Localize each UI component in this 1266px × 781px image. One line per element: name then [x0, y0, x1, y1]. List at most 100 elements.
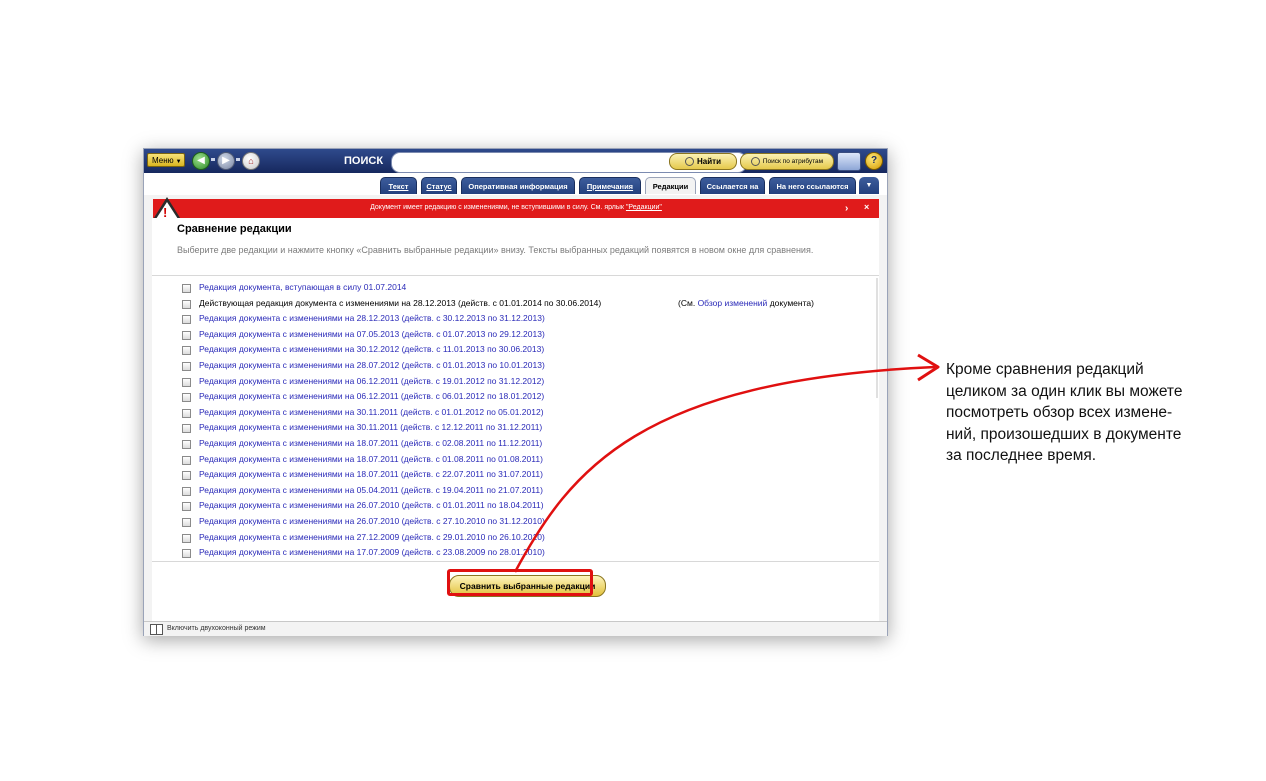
revision-checkbox[interactable]: [182, 486, 191, 496]
search-icon: [685, 157, 694, 167]
revision-checkbox[interactable]: [182, 424, 191, 434]
revision-checkbox[interactable]: [182, 502, 191, 512]
revision-row: Редакция документа с изменениями на 06.1…: [182, 389, 872, 405]
revision-checkbox[interactable]: [182, 299, 191, 309]
revision-link[interactable]: Редакция документа с изменениями на 26.0…: [199, 514, 545, 530]
note-prefix: (См.: [678, 297, 696, 308]
revision-row: Редакция документа с изменениями на 18.0…: [182, 436, 872, 452]
help-icon[interactable]: ?: [865, 152, 883, 170]
revision-link[interactable]: Редакция документа с изменениями на 17.0…: [199, 545, 545, 561]
tab-referenced-by[interactable]: На него ссылаются: [769, 177, 856, 194]
revision-row: Действующая редакция документа с изменен…: [182, 296, 872, 312]
revision-checkbox[interactable]: [182, 315, 191, 325]
revision-link[interactable]: Редакция документа с изменениями на 06.1…: [199, 389, 544, 405]
revision-row: Редакция документа с изменениями на 07.0…: [182, 327, 872, 343]
revision-link[interactable]: Редакция документа с изменениями на 06.1…: [199, 374, 544, 390]
revision-link[interactable]: Редакция документа с изменениями на 18.0…: [199, 452, 543, 468]
tab-notes[interactable]: Примечания: [579, 177, 641, 194]
revision-row: Редакция документа с изменениями на 26.0…: [182, 498, 872, 514]
two-window-icon[interactable]: [150, 624, 163, 635]
toolbar: Меню ▼ ◀ ▶ ⌂ ПОИСК Найти Поиск по атрибут…: [144, 149, 887, 173]
main-content: Сравнение редакции Выберите две редакции…: [152, 218, 879, 621]
compare-revisions-button[interactable]: Сравнить выбранные редакции: [449, 575, 606, 597]
status-bar: Включить двухоконный режим: [144, 621, 887, 636]
revision-link[interactable]: Редакция документа с изменениями на 18.0…: [199, 467, 543, 483]
revision-checkbox[interactable]: [182, 533, 191, 543]
tab-label: Примечания: [586, 182, 634, 191]
close-icon[interactable]: ×: [864, 202, 869, 212]
note-suffix: документа): [769, 297, 814, 308]
two-window-label[interactable]: Включить двухоконный режим: [167, 625, 266, 632]
forward-arrow-icon[interactable]: ▶: [217, 152, 235, 170]
revision-link[interactable]: Редакция документа с изменениями на 30.1…: [199, 342, 544, 358]
revision-link[interactable]: Редакция документа с изменениями на 18.0…: [199, 436, 542, 452]
warning-link[interactable]: "Редакции": [626, 204, 662, 211]
tab-status[interactable]: Статус: [421, 177, 457, 194]
revision-link[interactable]: Редакция документа с изменениями на 30.1…: [199, 420, 542, 436]
revision-row: Редакция документа с изменениями на 28.0…: [182, 358, 872, 374]
revision-row: Редакция документа с изменениями на 18.0…: [182, 467, 872, 483]
revision-checkbox[interactable]: [182, 284, 191, 293]
tab-revisions[interactable]: Редакции: [645, 177, 696, 194]
changes-overview-link[interactable]: Обзор изменений: [698, 298, 768, 308]
divider: [152, 561, 879, 562]
back-dropdown-icon[interactable]: [211, 158, 215, 161]
revision-checkbox[interactable]: [182, 393, 191, 403]
revision-row: Редакция документа с изменениями на 30.1…: [182, 342, 872, 358]
page-subtitle: Выберите две редакции и нажмите кнопку «…: [177, 245, 814, 255]
revision-row: Редакция документа с изменениями на 30.1…: [182, 405, 872, 421]
revision-link[interactable]: Редакция документа с изменениями на 28.0…: [199, 358, 545, 374]
revision-link[interactable]: Редакция документа с изменениями на 07.0…: [199, 327, 545, 343]
revision-row: Редакция документа с изменениями на 28.1…: [182, 311, 872, 327]
home-icon[interactable]: ⌂: [242, 152, 260, 170]
annotation-line: за последнее время.: [946, 447, 1097, 464]
revision-link[interactable]: Редакция документа с изменениями на 05.0…: [199, 483, 543, 499]
tab-label: Оперативная информация: [468, 182, 568, 191]
revision-link[interactable]: Редакция документа с изменениями на 28.1…: [199, 311, 545, 327]
revision-checkbox[interactable]: [182, 330, 191, 340]
search-label: ПОИСК: [344, 155, 384, 167]
tab-operative-info[interactable]: Оперативная информация: [461, 177, 575, 194]
filter-icon[interactable]: [837, 152, 861, 171]
menu-button[interactable]: Меню ▼: [147, 153, 185, 167]
revision-link[interactable]: Редакция документа с изменениями на 27.1…: [199, 530, 545, 546]
revision-link[interactable]: Редакция документа с изменениями на 26.0…: [199, 498, 544, 514]
changes-overview-note: (См. Обзор изменений документа): [678, 296, 814, 312]
next-arrow-icon[interactable]: ›: [845, 203, 848, 214]
revision-checkbox[interactable]: [182, 408, 191, 418]
scrollbar[interactable]: [876, 278, 878, 398]
revision-row: Редакция документа с изменениями на 18.0…: [182, 452, 872, 468]
revision-link[interactable]: Редакция документа, вступающая в силу 01…: [199, 280, 406, 296]
revision-checkbox[interactable]: [182, 439, 191, 449]
revision-checkbox[interactable]: [182, 377, 191, 387]
revision-checkbox[interactable]: [182, 455, 191, 465]
annotation-callout: Кроме сравнения редакций целиком за один…: [946, 359, 1246, 467]
tab-refers-to[interactable]: Ссылается на: [700, 177, 765, 194]
tab-more-button[interactable]: ▼: [859, 177, 879, 194]
search-icon: [750, 156, 760, 166]
revision-label: Действующая редакция документа с изменен…: [199, 297, 602, 308]
revision-row: Редакция документа, вступающая в силу 01…: [182, 280, 872, 296]
revision-row: Редакция документа с изменениями на 17.0…: [182, 545, 872, 561]
revision-row: Редакция документа с изменениями на 05.0…: [182, 483, 872, 499]
revision-checkbox[interactable]: [182, 471, 191, 481]
tab-text[interactable]: Текст: [380, 177, 417, 194]
revision-checkbox[interactable]: [182, 549, 191, 559]
revision-link[interactable]: Редакция документа с изменениями на 30.1…: [199, 405, 544, 421]
arrow-head-icon: [917, 353, 940, 382]
revision-checkbox[interactable]: [182, 361, 191, 371]
annotation-line: целиком за один клик вы можете: [946, 382, 1183, 400]
menu-label: Меню: [152, 156, 174, 165]
back-arrow-icon[interactable]: ◀: [192, 152, 210, 170]
revision-checkbox[interactable]: [182, 517, 191, 527]
tab-label: Ссылается на: [706, 182, 759, 191]
divider: [152, 275, 879, 276]
annotation-line: посмотреть обзор всех измене-: [946, 404, 1173, 421]
revision-checkbox[interactable]: [182, 346, 191, 356]
find-button[interactable]: Найти: [669, 153, 737, 170]
attribute-search-button[interactable]: Поиск по атрибутам: [740, 153, 834, 170]
forward-dropdown-icon[interactable]: [236, 158, 240, 161]
attribute-search-label: Поиск по атрибутам: [762, 158, 824, 165]
warning-text: Документ имеет редакцию с изменениями, н…: [153, 204, 879, 211]
revision-row: Редакция документа с изменениями на 30.1…: [182, 420, 872, 436]
